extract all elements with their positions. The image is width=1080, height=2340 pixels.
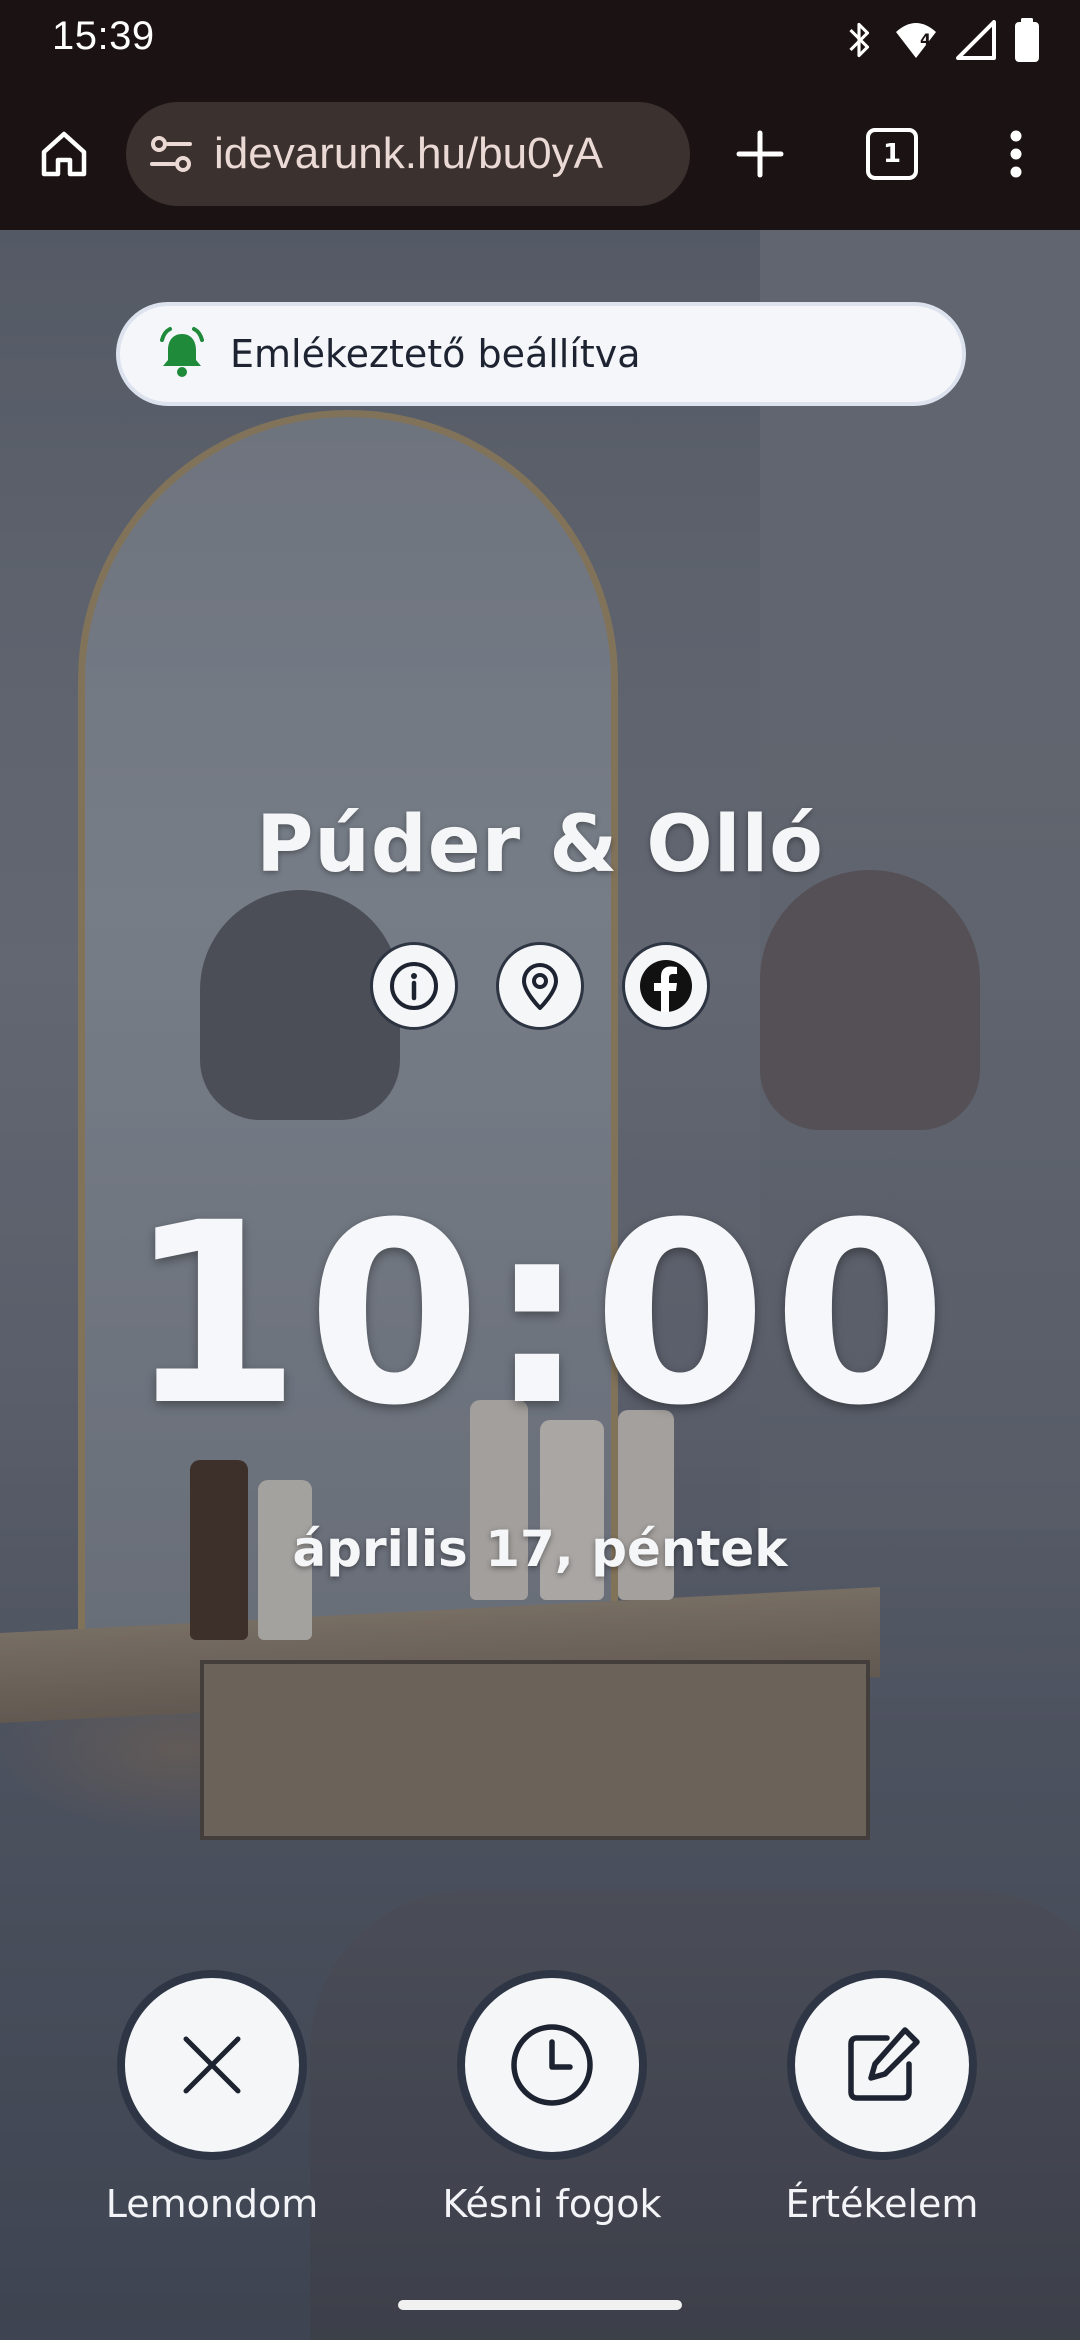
bell-icon (160, 327, 204, 377)
facebook-icon (640, 960, 692, 1012)
review-button[interactable] (787, 1970, 977, 2160)
url-bar[interactable]: idevarunk.hu/bu0yA (126, 102, 690, 206)
close-icon (183, 2036, 241, 2094)
home-button[interactable] (28, 118, 100, 190)
late-action[interactable]: Késni fogok (422, 1970, 682, 2226)
site-settings-icon[interactable] (146, 129, 196, 179)
home-icon (41, 131, 87, 177)
review-label[interactable]: Értékelem (752, 2182, 1012, 2226)
status-time: 15:39 (52, 14, 155, 58)
reminder-banner: Emlékeztető beállítva (116, 302, 966, 406)
clock-icon (511, 2024, 593, 2106)
edit-icon (848, 2027, 920, 2101)
page-content: Emlékeztető beállítva Púder & Olló 10:00… (0, 230, 1080, 2340)
battery-icon (1015, 18, 1039, 62)
late-label[interactable]: Késni fogok (422, 2182, 682, 2226)
info-button[interactable] (370, 942, 458, 1030)
tab-count-icon: 1 (866, 128, 918, 180)
appointment-date: április 17, péntek (292, 1520, 788, 1578)
browser-toolbar: idevarunk.hu/bu0yA 1 (0, 78, 1080, 230)
review-action[interactable]: Értékelem (752, 1970, 1012, 2226)
late-button[interactable] (457, 1970, 647, 2160)
tab-count: 1 (882, 139, 902, 169)
status-bar: 15:39 4 (0, 0, 1080, 78)
url-text[interactable]: idevarunk.hu/bu0yA (214, 129, 674, 179)
cancel-label[interactable]: Lemondom (82, 2182, 342, 2226)
menu-button[interactable] (984, 118, 1048, 190)
new-tab-button[interactable] (724, 118, 796, 190)
info-icon (390, 962, 438, 1010)
gesture-home-indicator[interactable] (398, 2300, 682, 2310)
salon-name: Púder & Olló (256, 800, 824, 890)
wifi-icon: 4 (894, 20, 938, 60)
plus-icon (736, 130, 784, 178)
location-button[interactable] (496, 942, 584, 1030)
facebook-button[interactable] (622, 942, 710, 1030)
wifi-badge: 4 (920, 30, 932, 49)
appointment-time: 10:00 (127, 1169, 953, 1460)
more-vert-icon (1010, 130, 1022, 178)
tab-switcher-button[interactable]: 1 (856, 118, 928, 190)
reminder-text: Emlékeztető beállítva (230, 332, 641, 376)
location-pin-icon (522, 963, 558, 1010)
cancel-button[interactable] (117, 1970, 307, 2160)
bluetooth-icon (849, 22, 870, 58)
cancel-action[interactable]: Lemondom (82, 1970, 342, 2226)
signal-icon (956, 20, 996, 60)
status-icons: 4 (842, 18, 1040, 62)
